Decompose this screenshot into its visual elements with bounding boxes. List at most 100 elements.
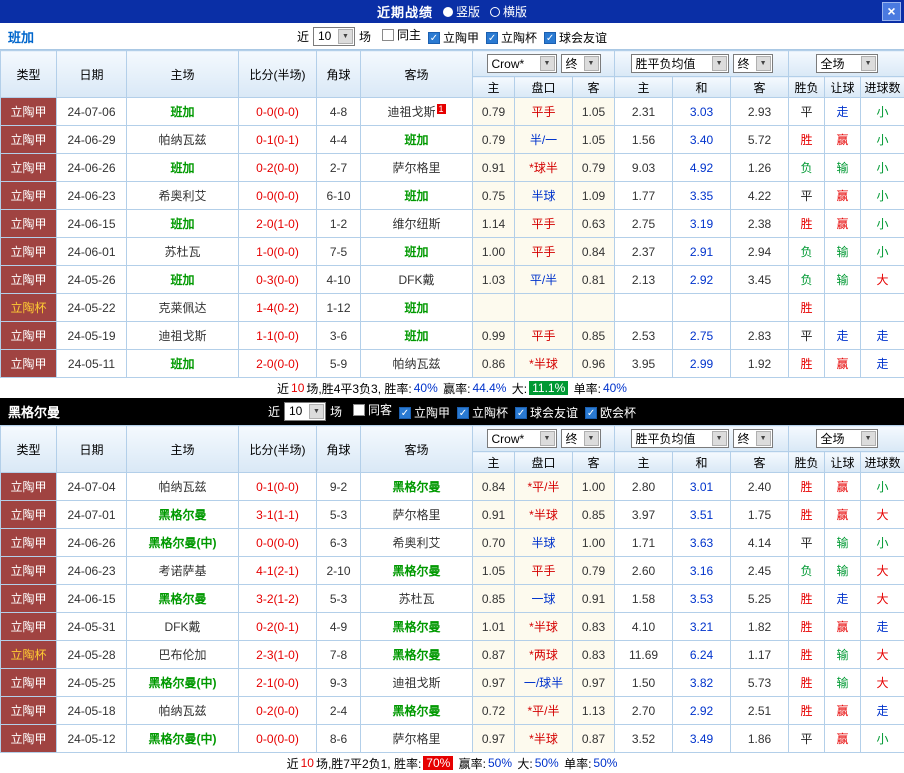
- home-team-cell[interactable]: DFK戴: [127, 613, 239, 641]
- filters-bar: 近 10▼ 场 同主✓立陶甲✓立陶杯✓球会友谊: [0, 23, 904, 49]
- away-team-cell[interactable]: 萨尔格里: [361, 154, 473, 182]
- chevron-down-icon: ▼: [540, 431, 555, 446]
- chevron-down-icon: ▼: [712, 56, 727, 71]
- score-cell: 0-2(0-1): [239, 613, 317, 641]
- unit-label: 场: [330, 403, 342, 420]
- away-team-cell[interactable]: 黑格尔曼: [361, 613, 473, 641]
- home-team-cell[interactable]: 希奥利艾: [127, 182, 239, 210]
- layout-option-0[interactable]: 竖版: [443, 3, 480, 20]
- goals-result-cell: 小: [861, 725, 904, 753]
- away-team-cell[interactable]: 希奥利艾: [361, 529, 473, 557]
- away-team-cell[interactable]: 迪祖戈斯: [361, 669, 473, 697]
- eu-away-odds-cell: 2.94: [731, 238, 789, 266]
- home-team-cell[interactable]: 班加: [127, 266, 239, 294]
- away-team-cell[interactable]: 班加: [361, 126, 473, 154]
- eu-odds-select[interactable]: 胜平负均值▼: [631, 54, 729, 73]
- filter-checkbox-同主[interactable]: 同主: [382, 26, 421, 43]
- home-team-cell[interactable]: 巴布伦加: [127, 641, 239, 669]
- filter-checkbox-立陶甲[interactable]: ✓立陶甲: [399, 404, 450, 421]
- chevron-down-icon: ▼: [584, 56, 599, 71]
- handicap-cell: 一/球半: [515, 669, 573, 697]
- corner-cell: 7-8: [317, 641, 361, 669]
- scope-select[interactable]: 全场▼: [816, 54, 878, 73]
- away-team-cell[interactable]: 黑格尔曼: [361, 557, 473, 585]
- result-cell: 胜: [789, 641, 825, 669]
- checkbox-checked-icon: ✓: [428, 32, 440, 44]
- eu-away-odds-cell: 3.45: [731, 266, 789, 294]
- eu-draw-odds-cell: 3.01: [673, 473, 731, 501]
- home-team-cell[interactable]: 黑格尔曼: [127, 501, 239, 529]
- eu-odds-select[interactable]: 胜平负均值▼: [631, 429, 729, 448]
- summary-text: 近: [287, 755, 299, 772]
- odds-company-select[interactable]: Crow*▼: [487, 429, 557, 448]
- home-team-cell[interactable]: 黑格尔曼(中): [127, 529, 239, 557]
- home-team-cell[interactable]: 班加: [127, 210, 239, 238]
- away-team-cell[interactable]: 黑格尔曼: [361, 641, 473, 669]
- ah-home-odds-cell: 1.01: [473, 613, 515, 641]
- away-team-cell[interactable]: 班加: [361, 322, 473, 350]
- summary-text: 50%: [535, 756, 559, 770]
- away-team-cell[interactable]: 班加: [361, 182, 473, 210]
- filter-checkbox-立陶杯[interactable]: ✓立陶杯: [457, 404, 508, 421]
- away-team-cell[interactable]: 苏杜瓦: [361, 585, 473, 613]
- away-team-cell[interactable]: 迪祖戈斯1: [361, 98, 473, 126]
- filter-checkbox-欧会杯[interactable]: ✓欧会杯: [585, 404, 636, 421]
- home-team-cell[interactable]: 班加: [127, 98, 239, 126]
- away-team-cell[interactable]: 帕纳瓦兹: [361, 350, 473, 378]
- score-cell: 3-2(1-2): [239, 585, 317, 613]
- away-team-cell[interactable]: 班加: [361, 294, 473, 322]
- date-cell: 24-05-31: [57, 613, 127, 641]
- home-team-cell[interactable]: 黑格尔曼: [127, 585, 239, 613]
- filter-checkbox-球会友谊[interactable]: ✓球会友谊: [544, 29, 607, 46]
- result-cell: 平: [789, 322, 825, 350]
- score-cell: 2-3(1-0): [239, 641, 317, 669]
- away-team-cell[interactable]: 黑格尔曼: [361, 697, 473, 725]
- score-cell: 0-3(0-0): [239, 266, 317, 294]
- away-team-cell[interactable]: 维尔纽斯: [361, 210, 473, 238]
- league-cell: 立陶甲: [1, 238, 57, 266]
- away-team-cell[interactable]: 黑格尔曼: [361, 473, 473, 501]
- home-team-cell[interactable]: 帕纳瓦兹: [127, 473, 239, 501]
- filter-checkbox-立陶甲[interactable]: ✓立陶甲: [428, 29, 479, 46]
- scope-select[interactable]: 全场▼: [816, 429, 878, 448]
- summary-text: 赢率:: [455, 755, 486, 772]
- score-cell: 0-0(0-0): [239, 182, 317, 210]
- filter-checkbox-立陶杯[interactable]: ✓立陶杯: [486, 29, 537, 46]
- filter-checkbox-球会友谊[interactable]: ✓球会友谊: [515, 404, 578, 421]
- match-count-select[interactable]: 10▼: [313, 27, 355, 46]
- home-team-cell[interactable]: 班加: [127, 350, 239, 378]
- home-team-cell[interactable]: 帕纳瓦兹: [127, 697, 239, 725]
- eu-final-select[interactable]: 终▼: [733, 54, 773, 73]
- eu-final-select[interactable]: 终▼: [733, 429, 773, 448]
- match-count-select[interactable]: 10▼: [284, 402, 326, 421]
- eu-away-odds-cell: 2.38: [731, 210, 789, 238]
- results-tbody: 立陶甲24-07-06班加0-0(0-0)4-8迪祖戈斯10.79平手1.052…: [1, 98, 904, 378]
- away-team-cell[interactable]: 萨尔格里: [361, 725, 473, 753]
- close-button[interactable]: ×: [882, 2, 901, 21]
- col-header-eu-home: 主: [615, 452, 673, 473]
- ah-home-odds-cell: 0.91: [473, 501, 515, 529]
- home-team-cell[interactable]: 苏杜瓦: [127, 238, 239, 266]
- filter-checkbox-同客[interactable]: 同客: [353, 401, 392, 418]
- home-team-cell[interactable]: 帕纳瓦兹: [127, 126, 239, 154]
- home-team-cell[interactable]: 黑格尔曼(中): [127, 725, 239, 753]
- handicap-result-cell: 输: [825, 641, 861, 669]
- summary-text: 大:: [514, 755, 533, 772]
- ah-final-select[interactable]: 终▼: [561, 429, 601, 448]
- layout-option-1[interactable]: 横版: [490, 3, 527, 20]
- handicap-result-cell: 输: [825, 266, 861, 294]
- away-team-cell[interactable]: DFK戴: [361, 266, 473, 294]
- goals-result-cell: 大: [861, 266, 904, 294]
- home-team-cell[interactable]: 考诺萨基: [127, 557, 239, 585]
- ah-away-odds-cell: 0.83: [573, 613, 615, 641]
- home-team-cell[interactable]: 黑格尔曼(中): [127, 669, 239, 697]
- away-team-cell[interactable]: 萨尔格里: [361, 501, 473, 529]
- odds-company-select[interactable]: Crow*▼: [487, 54, 557, 73]
- away-team-cell[interactable]: 班加: [361, 238, 473, 266]
- home-team-cell[interactable]: 班加: [127, 154, 239, 182]
- scope-select-cell: 全场▼: [789, 426, 904, 452]
- home-team-cell[interactable]: 克莱佩达: [127, 294, 239, 322]
- home-team-cell[interactable]: 迪祖戈斯: [127, 322, 239, 350]
- ah-final-select[interactable]: 终▼: [561, 54, 601, 73]
- match-row: 立陶甲24-05-11班加2-0(0-0)5-9帕纳瓦兹0.86*半球0.963…: [1, 350, 904, 378]
